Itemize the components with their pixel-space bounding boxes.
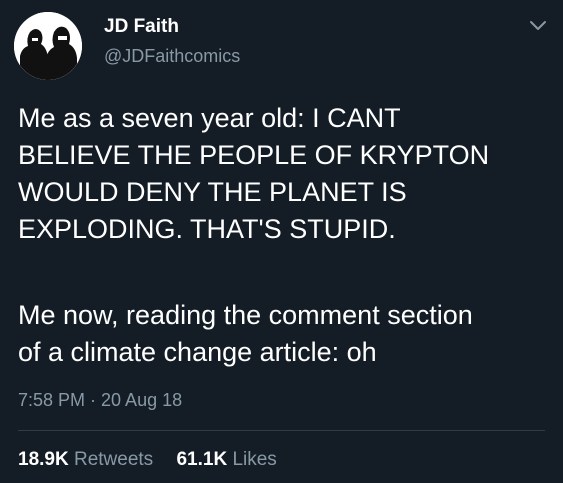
- retweets-count: 18.9K: [18, 449, 69, 470]
- avatar[interactable]: [14, 12, 82, 80]
- avatar-image: [14, 12, 82, 80]
- retweets-label: Retweets: [73, 449, 154, 470]
- retweets-stat[interactable]: 18.9K Retweets: [18, 448, 153, 472]
- likes-count: 61.1K: [176, 449, 228, 470]
- tweet-stats: 18.9K Retweets 61.1K Likes: [18, 448, 295, 472]
- author-name[interactable]: JD Faith: [104, 16, 179, 38]
- divider: [18, 430, 545, 431]
- tweet-timestamp[interactable]: 7:58 PM · 20 Aug 18: [18, 389, 182, 411]
- likes-label: Likes: [232, 449, 277, 470]
- tweet-text-paragraph: Me as a seven year old: I CANT BELIEVE T…: [18, 103, 490, 244]
- author-handle[interactable]: @JDFaithcomics: [104, 45, 240, 67]
- tweet-text-paragraph: Me now, reading the comment section of a…: [18, 300, 473, 367]
- likes-stat[interactable]: 61.1K Likes: [176, 448, 276, 472]
- chevron-down-icon[interactable]: [528, 18, 548, 34]
- tweet-card: JD Faith @JDFaithcomics Me as a seven ye…: [0, 0, 563, 483]
